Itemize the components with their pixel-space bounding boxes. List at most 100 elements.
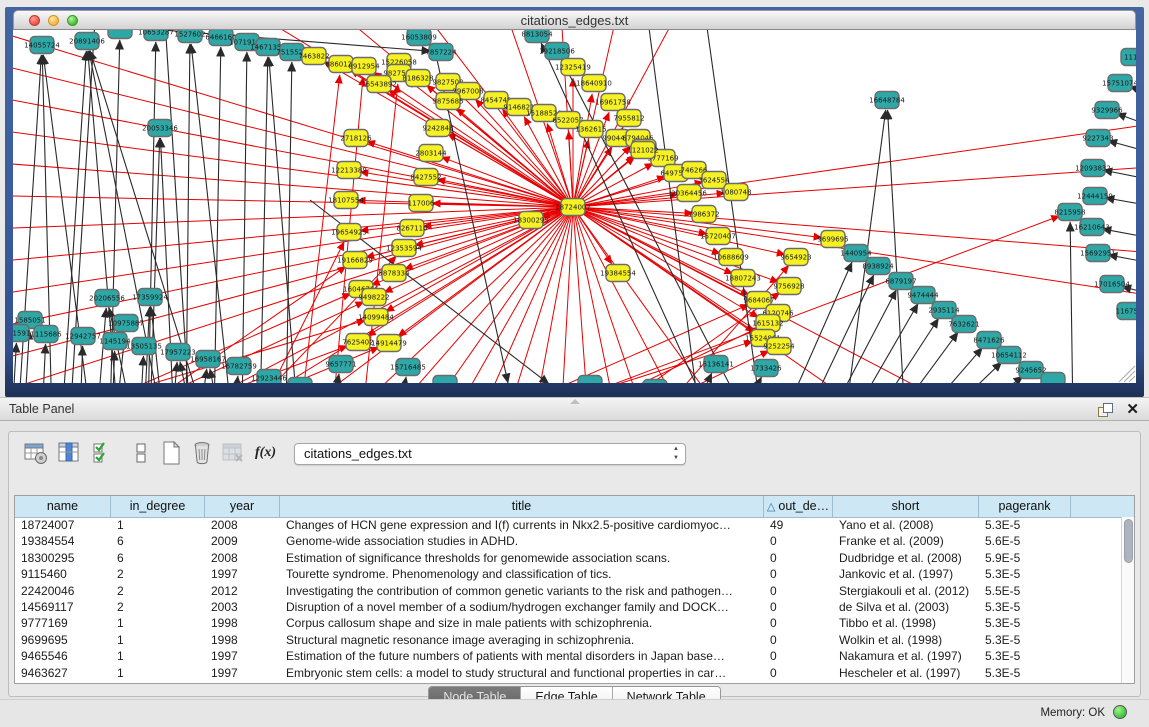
cell[interactable]: Wolkin et al. (1998) <box>833 632 979 648</box>
cell[interactable]: 6 <box>111 533 205 549</box>
graph-node[interactable]: 2718126 <box>340 130 372 147</box>
graph-node[interactable]: 20053346 <box>142 120 178 137</box>
cell[interactable]: Nakamura et al. (1997) <box>833 648 979 664</box>
graph-node[interactable]: 19218506 <box>539 43 575 60</box>
graph-node[interactable]: 8427552 <box>410 169 441 186</box>
graph-node[interactable]: 12093832 <box>1075 160 1111 177</box>
column-header-short[interactable]: short <box>833 496 979 517</box>
graph-node[interactable]: 8186328 <box>402 70 433 87</box>
clear-selection-icon[interactable] <box>129 440 155 466</box>
cell[interactable]: 5.3E-5 <box>979 566 1071 582</box>
graph-node[interactable]: 15751074 <box>1102 75 1136 92</box>
scrollbar-thumb[interactable] <box>1124 519 1133 563</box>
graph-node[interactable]: 8912954 <box>348 58 380 75</box>
cell[interactable]: Franke et al. (2009) <box>833 533 979 549</box>
graph-node[interactable]: 9756928 <box>773 278 804 295</box>
graph-node[interactable]: 9227343 <box>1082 130 1113 147</box>
graph-node[interactable]: 16648784 <box>869 92 905 109</box>
cell[interactable]: 49 <box>764 517 833 533</box>
graph-node[interactable]: 20206556 <box>89 290 125 307</box>
graph-node[interactable]: 14055724 <box>24 37 60 54</box>
graph-node[interactable]: 8938924 <box>862 258 894 275</box>
cell[interactable]: 22420046 <box>15 583 111 599</box>
memory-indicator-icon[interactable] <box>1113 705 1127 719</box>
cell[interactable]: 1 <box>111 615 205 631</box>
vertical-scrollbar[interactable] <box>1121 517 1134 683</box>
graph-node[interactable]: 12353594 <box>386 240 422 257</box>
graph-node[interactable]: 2803144 <box>415 145 447 162</box>
cell[interactable]: Investigating the contribution of common… <box>280 583 764 599</box>
table-row[interactable]: 1830029562008Estimation of significance … <box>15 550 1121 566</box>
graph-node[interactable]: 19166829 <box>337 252 373 269</box>
graph-node[interactable]: 9654923 <box>780 249 811 266</box>
graph-node[interactable]: 9498222 <box>358 289 389 306</box>
cell[interactable]: 5.3E-5 <box>979 648 1071 664</box>
column-header-year[interactable]: year <box>205 496 280 517</box>
graph-node[interactable]: 1733426 <box>750 360 782 377</box>
cell[interactable]: 2003 <box>205 599 280 615</box>
function-builder-icon[interactable]: f(x) <box>255 440 281 466</box>
float-window-icon[interactable] <box>1098 403 1111 416</box>
cell[interactable]: 19384554 <box>15 533 111 549</box>
show-columns-icon[interactable] <box>57 440 83 466</box>
cell[interactable]: 9777169 <box>15 615 111 631</box>
table-settings-icon[interactable] <box>23 440 49 466</box>
table-row[interactable]: 1872400712008Changes of HCN gene express… <box>15 517 1121 533</box>
graph-node[interactable]: 9329966 <box>1091 102 1123 119</box>
cell[interactable]: 5.3E-5 <box>979 615 1071 631</box>
graph-node[interactable]: 8215958 <box>1054 204 1085 221</box>
network-window-titlebar[interactable]: citations_edges.txt <box>13 10 1136 30</box>
cell[interactable]: 14569117 <box>15 599 111 615</box>
cell[interactable]: 0 <box>764 615 833 631</box>
graph-node[interactable]: 12213389 <box>331 162 367 179</box>
graph-node[interactable]: 18107554 <box>328 192 364 209</box>
graph-node[interactable]: 1527602 <box>174 30 205 43</box>
graph-node[interactable]: 16053809 <box>401 30 437 46</box>
cell[interactable]: 2008 <box>205 550 280 566</box>
cell[interactable]: Hescheler et al. (1997) <box>833 665 979 681</box>
delete-column-icon[interactable] <box>189 440 215 466</box>
cell[interactable]: 5.5E-5 <box>979 583 1071 599</box>
table-selector-dropdown[interactable]: citations_edges.txt ▲▼ <box>294 443 686 465</box>
cell[interactable]: Corpus callosum shape and size in male p… <box>280 615 764 631</box>
graph-node[interactable]: 17359924 <box>132 289 168 306</box>
graph-node[interactable]: 391591 <box>13 325 30 342</box>
graph-node[interactable]: 17016504 <box>1094 276 1130 293</box>
graph-node[interactable]: 12923446 <box>251 370 287 384</box>
graph-node[interactable]: 116753 <box>1116 303 1136 320</box>
table-row[interactable]: 1938455462009Genome-wide association stu… <box>15 533 1121 549</box>
graph-node[interactable]: 1115686 <box>30 326 62 343</box>
graph-node[interactable]: 10653287 <box>138 30 174 41</box>
table-row[interactable]: 2242004622012Investigating the contribut… <box>15 583 1121 599</box>
delete-table-icon[interactable] <box>221 440 247 466</box>
cell[interactable]: de Silva et al. (2003) <box>833 599 979 615</box>
cell[interactable]: 2 <box>111 599 205 615</box>
cell[interactable]: 2 <box>111 583 205 599</box>
graph-node[interactable]: 16961758 <box>595 94 631 111</box>
graph-node[interactable]: 7632621 <box>948 316 979 333</box>
graph-node[interactable]: 20891406 <box>69 33 105 50</box>
cell[interactable]: 18724007 <box>15 517 111 533</box>
cell[interactable]: Tibbo et al. (1998) <box>833 615 979 631</box>
cell[interactable]: 1 <box>111 517 205 533</box>
graph-node[interactable] <box>1041 373 1065 384</box>
graph-node[interactable]: 18807243 <box>725 270 761 287</box>
cell[interactable]: 0 <box>764 665 833 681</box>
graph-node[interactable]: 14914479 <box>371 335 407 352</box>
graph-node[interactable]: 13505135 <box>126 338 162 355</box>
graph-node[interactable]: 9657771 <box>325 356 356 373</box>
graph-node[interactable]: 12325419 <box>555 59 591 76</box>
graph-node[interactable]: 1117 <box>1121 49 1136 66</box>
cell[interactable]: 0 <box>764 648 833 664</box>
cell[interactable]: 1 <box>111 665 205 681</box>
cell[interactable]: Estimation of significance thresholds fo… <box>280 550 764 566</box>
graph-node[interactable] <box>643 380 667 384</box>
graph-node[interactable]: 9699695 <box>817 231 848 248</box>
cell[interactable]: Yano et al. (2008) <box>833 517 979 533</box>
cell[interactable]: 1997 <box>205 566 280 582</box>
cell[interactable]: 1 <box>111 632 205 648</box>
cell[interactable]: 0 <box>764 550 833 566</box>
cell[interactable]: 1997 <box>205 648 280 664</box>
graph-node[interactable]: 7625402 <box>342 334 373 351</box>
cell[interactable]: 6 <box>111 550 205 566</box>
